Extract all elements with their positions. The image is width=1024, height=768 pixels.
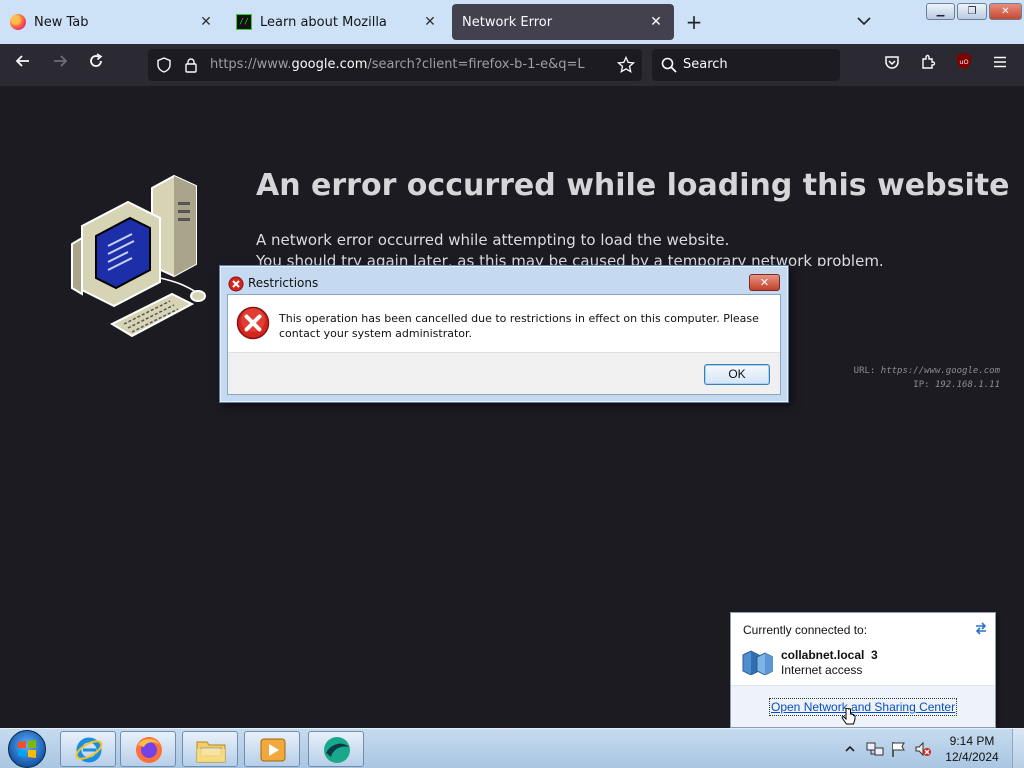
reload-button[interactable] [83, 52, 109, 78]
volume-muted-icon[interactable] [914, 740, 932, 758]
puzzle-piece-icon [922, 54, 936, 69]
ublock-origin-icon: uO [957, 53, 971, 69]
lock-icon[interactable] [184, 57, 198, 73]
extensions-button[interactable] [915, 52, 941, 78]
window-close-button[interactable]: ✕ [989, 3, 1022, 20]
app-icon [324, 737, 350, 763]
taskbar-internet-explorer[interactable] [60, 731, 116, 767]
taskbar-app[interactable] [308, 731, 364, 767]
error-description: A network error occurred while attemptin… [256, 230, 1016, 266]
taskbar: 9:14 PM 12/4/2024 [0, 728, 1024, 768]
chevron-down-icon [857, 17, 871, 26]
url-prefix: https://www. [210, 57, 292, 72]
maximize-button[interactable]: ❐ [957, 3, 987, 20]
bookmark-star-icon[interactable] [617, 56, 635, 74]
search-bar[interactable]: Search [652, 49, 840, 81]
dialog-body: This operation has been cancelled due to… [227, 294, 781, 395]
clock-time: 9:14 PM [949, 734, 995, 748]
shield-icon[interactable] [156, 57, 172, 73]
ok-button[interactable]: OK [704, 364, 770, 385]
dialog-footer: OK [228, 352, 780, 394]
navigation-toolbar: https://www.google.com/search?client=fir… [0, 44, 1024, 86]
taskbar-media-player[interactable] [244, 731, 300, 767]
address-bar[interactable]: https://www.google.com/search?client=fir… [148, 49, 642, 81]
new-tab-button[interactable]: + [680, 9, 708, 37]
network-flyout: Currently connected to: collabnet.local … [730, 612, 996, 728]
close-tab-icon[interactable]: ✕ [198, 14, 214, 30]
error-details: URL: https://www.google.com IP: 192.168.… [854, 364, 1000, 392]
retro-computer-icon [71, 174, 206, 338]
connected-heading: Currently connected to: [743, 623, 868, 637]
ip-label: IP: [913, 380, 930, 390]
taskbar-firefox[interactable] [120, 731, 176, 767]
domain-network-icon [742, 650, 773, 675]
ublock-origin-button[interactable]: uO [951, 52, 977, 78]
tab-title: Learn about Mozilla [260, 14, 387, 30]
hand-pointer-cursor-icon [841, 708, 856, 725]
minimize-button[interactable]: ▁ [926, 3, 955, 20]
tab-strip: New Tab ✕ // Learn about Mozilla ✕ Netwo… [0, 0, 1024, 44]
forward-button[interactable] [47, 52, 73, 78]
file-explorer-icon [196, 741, 226, 763]
error-small-icon [228, 276, 244, 292]
internet-explorer-icon [75, 737, 103, 763]
firefox-icon [10, 14, 26, 30]
firefox-icon [136, 737, 162, 763]
error-line-2: You should try again later, as this may … [256, 252, 884, 266]
pocket-button[interactable] [879, 52, 905, 78]
dialog-titlebar[interactable]: Restrictions ✕ [220, 266, 788, 293]
tab-title: New Tab [34, 14, 89, 30]
svg-text:uO: uO [959, 58, 968, 66]
close-tab-icon[interactable]: ✕ [648, 14, 664, 30]
mozilla-icon: // [236, 14, 252, 30]
error-icon [236, 306, 270, 340]
flyout-footer: Open Network and Sharing Center [731, 685, 995, 727]
dialog-message: This operation has been cancelled due to… [279, 312, 759, 340]
network-name: collabnet.local 3 [781, 648, 878, 662]
back-arrow-icon [15, 55, 29, 67]
url-text[interactable]: https://www.google.com/search?client=fir… [210, 49, 585, 81]
open-network-sharing-center-link[interactable]: Open Network and Sharing Center [768, 698, 958, 716]
close-tab-icon[interactable]: ✕ [422, 14, 438, 30]
menu-button[interactable] [987, 52, 1013, 78]
show-hidden-icons-icon[interactable] [844, 743, 856, 755]
windows-logo-icon [18, 740, 36, 758]
url-value: https://www.google.com [880, 366, 1000, 376]
url-path: /search?client=firefox-b-1-e&q=L [367, 57, 585, 72]
network-tray-icon[interactable] [866, 740, 884, 758]
pocket-icon [885, 56, 899, 69]
restrictions-dialog: Restrictions ✕ This operation has been c… [219, 265, 789, 403]
error-title: An error occurred while loading this web… [256, 168, 1010, 203]
show-desktop-button[interactable] [1012, 729, 1024, 768]
forward-arrow-icon [54, 55, 68, 67]
search-icon [661, 57, 677, 73]
dialog-close-button[interactable]: ✕ [749, 274, 780, 291]
taskbar-file-explorer[interactable] [182, 731, 238, 767]
search-input[interactable]: Search [683, 49, 728, 81]
clock-date: 12/4/2024 [945, 750, 999, 764]
tab-network-error[interactable]: Network Error ✕ [452, 4, 674, 40]
tab-title: Network Error [462, 14, 553, 30]
reload-icon [90, 53, 103, 67]
action-center-flag-icon[interactable] [890, 740, 908, 758]
network-status: Internet access [781, 663, 863, 677]
tab-new-tab[interactable]: New Tab ✕ [0, 4, 224, 40]
error-line-1: A network error occurred while attemptin… [256, 231, 730, 249]
url-host: google.com [291, 57, 368, 72]
media-player-icon [260, 738, 286, 762]
refresh-networks-icon[interactable] [973, 620, 989, 636]
start-button[interactable] [8, 730, 46, 768]
url-label: URL: [853, 366, 876, 376]
tray-clock[interactable]: 9:14 PM 12/4/2024 [940, 733, 1004, 765]
back-button[interactable] [10, 52, 36, 78]
hamburger-menu-icon [994, 56, 1006, 68]
list-all-tabs-button[interactable] [852, 9, 876, 37]
tab-learn-about-mozilla[interactable]: // Learn about Mozilla ✕ [226, 4, 448, 40]
ip-value: 192.168.1.11 [934, 380, 1000, 390]
